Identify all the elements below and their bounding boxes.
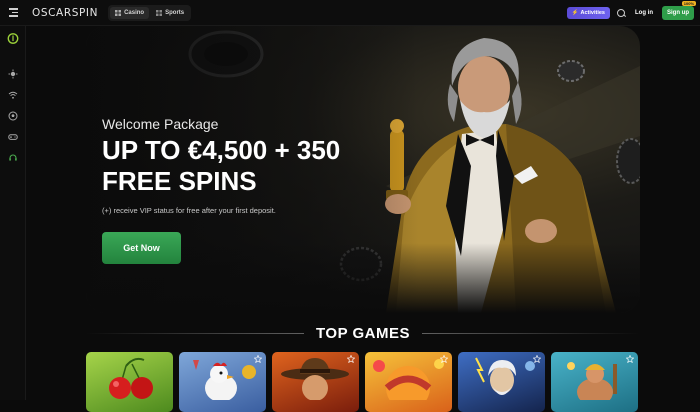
divider-right (421, 332, 640, 334)
game-tile-adventurer[interactable] (272, 352, 359, 412)
favorite-star-icon[interactable] (347, 355, 355, 363)
lightning-icon: ⚡ (571, 9, 579, 16)
fruit-slot-thumbnail (373, 359, 444, 400)
favorite-star-icon[interactable] (440, 355, 448, 363)
chicken-thumbnail (193, 360, 256, 400)
oscar-logo-icon[interactable] (7, 32, 19, 44)
section-title: TOP GAMES (316, 324, 410, 342)
header-actions: ⚡ Activities Log in 100% Sign up (566, 0, 700, 20)
divider-left (86, 332, 305, 334)
site-logo[interactable]: OSCARSPIN (32, 7, 98, 19)
game-tile-fruit-slot[interactable] (365, 352, 452, 412)
tab-casino[interactable]: Casino (110, 6, 150, 19)
adventurer-thumbnail (281, 358, 349, 400)
football-icon[interactable] (7, 110, 19, 122)
casino-icon (115, 9, 122, 16)
hero-note: (+) receive VIP status for free after yo… (102, 206, 276, 215)
signup-label: Sign up (667, 9, 689, 16)
favorite-star-icon[interactable] (254, 355, 262, 363)
game-tile-cherries[interactable] (86, 352, 173, 412)
favorite-star-icon[interactable] (533, 355, 541, 363)
support-icon[interactable] (7, 152, 19, 164)
hero-banner[interactable]: Welcome Package UP TO €4,500 + 350 FREE … (86, 26, 640, 313)
hercules-thumbnail (567, 362, 617, 400)
game-tile-chicken[interactable] (179, 352, 266, 412)
activities-button[interactable]: ⚡ Activities (566, 6, 610, 19)
signup-badge: 100% (681, 0, 696, 6)
get-now-button[interactable]: Get Now (102, 232, 181, 264)
tab-casino-label: Casino (124, 9, 145, 16)
tab-sports-label: Sports (165, 9, 185, 16)
menu-icon[interactable] (0, 0, 26, 26)
hero-headline: UP TO €4,500 + 350 FREE SPINS (102, 135, 341, 196)
product-switch: Casino Sports (108, 4, 192, 21)
sports-icon (156, 9, 163, 16)
top-games-row (86, 352, 640, 412)
game-tile-hercules[interactable] (551, 352, 638, 412)
search-icon[interactable] (616, 8, 626, 18)
sidebar (0, 26, 26, 400)
zeus-thumbnail (475, 357, 535, 395)
game-tile-zeus[interactable] (458, 352, 545, 412)
favorite-star-icon[interactable] (626, 355, 634, 363)
top-bar: OSCARSPIN Casino Sports ⚡ Activities Log… (0, 0, 700, 26)
hero-subtitle: Welcome Package (102, 116, 219, 132)
wifi-icon[interactable] (7, 89, 19, 101)
sun-icon[interactable] (7, 68, 19, 80)
login-button[interactable]: Log in (632, 10, 656, 16)
activities-label: Activities (580, 9, 605, 16)
signup-button[interactable]: 100% Sign up (662, 0, 696, 20)
tab-sports[interactable]: Sports (151, 7, 189, 19)
cherries-thumbnail (109, 357, 153, 399)
gamepad-icon[interactable] (7, 131, 19, 143)
top-games-heading: TOP GAMES (86, 320, 640, 346)
